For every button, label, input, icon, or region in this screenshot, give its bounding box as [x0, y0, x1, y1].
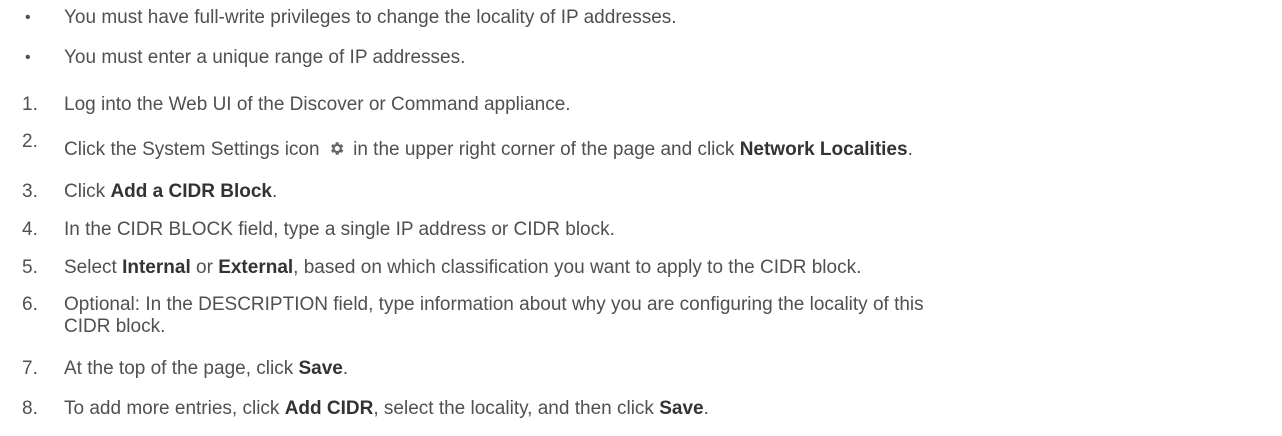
step-bold-text: Network Localities	[739, 139, 908, 160]
step-text-part: To add more entries, click	[64, 398, 280, 419]
step-bold-text: Add a CIDR Block	[110, 181, 272, 202]
step-text-line: Optional: In the DESCRIPTION field, type…	[64, 294, 924, 315]
step-number: 8.	[22, 398, 38, 419]
step-text: Optional: In the DESCRIPTION field, type…	[64, 294, 1260, 338]
step-bold-text: External	[218, 257, 294, 278]
step-text: To add more entries, click Add CIDR, sel…	[64, 398, 1260, 420]
step-text-part: in the upper right corner of the page an…	[353, 139, 735, 160]
step-number: 5.	[22, 257, 38, 278]
step-text-part: .	[342, 358, 349, 379]
step-text-part: .	[907, 139, 913, 160]
step-text-part: At the top of the page, click	[64, 358, 294, 379]
step-text: Click Add a CIDR Block.	[64, 181, 1260, 203]
step-text: Log into the Web UI of the Discover or C…	[64, 94, 571, 115]
step-number: 4.	[22, 219, 38, 240]
step-text-part: or	[196, 257, 213, 278]
step-text-part: .	[703, 398, 709, 419]
step-text-part: , based on which classification you want…	[293, 257, 862, 278]
step-number: 1.	[22, 94, 38, 115]
step-bold-text: Save	[298, 358, 343, 379]
bullet-text: You must enter a unique range of IP addr…	[64, 47, 466, 68]
bullet-marker: •	[25, 49, 31, 66]
step-text: Click the System Settings icon in the up…	[64, 139, 1260, 161]
step-bold-text: Save	[659, 398, 704, 419]
bullet-marker: •	[25, 9, 31, 26]
step-number: 2.	[22, 131, 38, 152]
step-text: Select Internal or External, based on wh…	[64, 257, 1260, 279]
step-text-part: Select	[64, 257, 117, 278]
step-text-part: Click	[64, 181, 106, 202]
step-number: 6.	[22, 294, 38, 315]
step-number: 7.	[22, 358, 38, 379]
step-text-part: Click the System Settings icon	[64, 139, 320, 160]
step-text: At the top of the page, click Save.	[64, 358, 1260, 380]
step-text: In the CIDR BLOCK field, type a single I…	[64, 219, 615, 240]
step-text-line: CIDR block.	[64, 316, 166, 337]
step-text-part: .	[271, 181, 278, 202]
gear-icon	[328, 140, 345, 157]
step-bold-text: Internal	[122, 257, 191, 278]
document: • You must have full-write privileges to…	[0, 0, 1282, 436]
step-text-part: , select the locality, and then click	[373, 398, 654, 419]
bullet-text: You must have full-write privileges to c…	[64, 7, 677, 28]
step-bold-text: Add CIDR	[284, 398, 374, 419]
step-number: 3.	[22, 181, 38, 202]
